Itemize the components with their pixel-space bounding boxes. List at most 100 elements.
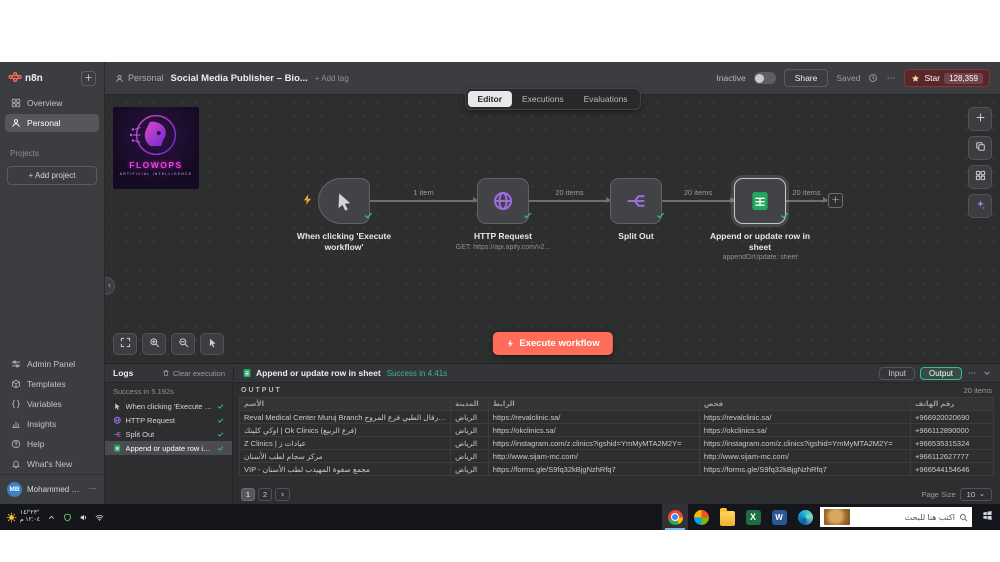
taskbar-app-edge[interactable] xyxy=(792,504,818,530)
log-item-trigger[interactable]: When clicking 'Execute work... xyxy=(105,399,232,413)
sidebar-item-variables[interactable]: Variables xyxy=(5,395,99,413)
fit-view-button[interactable] xyxy=(113,333,137,355)
workflow-canvas[interactable]: FLOWOPS ARTIFICIAL INTELLIGENCE xyxy=(105,95,1000,363)
sparkle-icon xyxy=(975,199,986,213)
node-manual-trigger[interactable] xyxy=(318,178,370,224)
workflow-title[interactable]: Social Media Publisher – Bio... xyxy=(171,73,308,84)
logs-panel: Logs Clear execution Append or update ro… xyxy=(105,363,1000,504)
logs-more-icon[interactable] xyxy=(967,368,977,378)
execute-workflow-button[interactable]: Execute workflow xyxy=(492,332,612,355)
trash-icon xyxy=(162,369,170,377)
output-tab-button[interactable]: Output xyxy=(920,367,962,380)
view-tabs: Editor Executions Evaluations xyxy=(464,88,640,110)
log-item-split-out[interactable]: Split Out xyxy=(105,427,232,441)
node-http-request[interactable] xyxy=(477,178,529,224)
breadcrumb[interactable]: Personal xyxy=(115,73,164,83)
split-icon xyxy=(113,430,122,439)
taskbar-app-file-explorer[interactable] xyxy=(714,504,740,530)
overview-icon xyxy=(11,98,21,108)
tab-evaluations[interactable]: Evaluations xyxy=(574,91,638,107)
input-tab-button[interactable]: Input xyxy=(879,367,915,380)
weather-widget[interactable]: ٢٣°/١٤° ١٢:٠٤ م xyxy=(6,510,40,525)
sidebar-item-insights[interactable]: Insights xyxy=(5,415,99,433)
add-project-button[interactable]: + Add project xyxy=(7,166,97,185)
tab-executions[interactable]: Executions xyxy=(512,91,574,107)
history-icon[interactable] xyxy=(868,73,878,83)
share-button[interactable]: Share xyxy=(784,69,829,87)
breadcrumb-label: Personal xyxy=(128,73,164,83)
user-menu[interactable]: MB Mohammed hu... xyxy=(0,474,104,504)
output-table-wrap: الأسمالمدينةالرابطفحصرقم الهاتفReval Med… xyxy=(233,397,1000,486)
collapse-panel-icon[interactable] xyxy=(982,368,992,378)
table-row: Reval Medical Center Muruj Branch مركز ر… xyxy=(240,411,994,424)
github-star-button[interactable]: Star 128,359 xyxy=(904,69,990,87)
fit-view-icon xyxy=(120,337,131,351)
n8n-app: n8n Overview Personal Projects + Add pro… xyxy=(0,62,1000,504)
taskbar-search[interactable]: اكتب هنا للبحث xyxy=(820,507,972,527)
flowops-subtitle: ARTIFICIAL INTELLIGENCE xyxy=(120,172,193,176)
page-2-button[interactable]: 2 xyxy=(258,488,272,501)
node-subtitle: GET: https://api.apify.com/v2... xyxy=(443,244,563,253)
table-cell: الرياض xyxy=(451,424,489,437)
table-cell: https://okclinics.sa/ xyxy=(488,424,699,437)
taskbar-app-word[interactable] xyxy=(766,504,792,530)
user-name: Mohammed hu... xyxy=(27,485,83,494)
user-menu-dots[interactable] xyxy=(88,484,97,495)
layout-grid-icon xyxy=(975,170,986,184)
n8n-logo[interactable]: n8n xyxy=(8,70,43,86)
sidebar-item-personal[interactable]: Personal xyxy=(5,114,99,132)
zoom-out-button[interactable] xyxy=(171,333,195,355)
output-header: OUTPUT 20 items xyxy=(233,383,1000,397)
success-check-icon xyxy=(217,417,224,424)
sidebar-item-whats-new[interactable]: What's New xyxy=(5,455,99,473)
taskbar-app-photos[interactable] xyxy=(688,504,714,530)
add-node-endpoint[interactable] xyxy=(828,193,843,208)
node-google-sheets[interactable] xyxy=(734,178,786,224)
table-cell: الرياض xyxy=(451,411,489,424)
ai-assistant-button[interactable] xyxy=(968,194,992,218)
network-icon[interactable] xyxy=(95,513,104,522)
pointer-mode-button[interactable] xyxy=(200,333,224,355)
tab-editor[interactable]: Editor xyxy=(467,91,512,107)
log-item-google-sheets[interactable]: Append or update row in sheet xyxy=(105,441,232,455)
n8n-logo-icon xyxy=(8,70,22,86)
node-label: Split Out xyxy=(576,231,696,242)
sidebar-item-overview[interactable]: Overview xyxy=(5,94,99,112)
connection-items-label: 20 items xyxy=(682,188,714,197)
log-item-http-request[interactable]: HTTP Request xyxy=(105,413,232,427)
add-tag-button[interactable]: + Add tag xyxy=(315,74,349,83)
sidebar-collapse-handle[interactable] xyxy=(105,277,115,295)
volume-icon[interactable] xyxy=(79,513,88,522)
hidden-icons-chevron[interactable] xyxy=(47,513,56,522)
sidebar-item-admin-panel[interactable]: Admin Panel xyxy=(5,355,99,373)
taskbar-app-chrome[interactable] xyxy=(662,504,688,530)
security-tray-icon[interactable] xyxy=(63,513,72,522)
new-workflow-button[interactable] xyxy=(81,71,96,86)
column-header: فحص xyxy=(699,398,910,411)
next-page-button[interactable] xyxy=(275,488,290,501)
zoom-out-icon xyxy=(178,337,189,351)
clear-execution-button[interactable]: Clear execution xyxy=(162,369,225,378)
active-toggle[interactable] xyxy=(754,72,776,84)
add-sticky-button[interactable] xyxy=(968,136,992,160)
page-1-button[interactable]: 1 xyxy=(241,488,255,501)
page-size-select[interactable]: 10 xyxy=(960,488,992,501)
node-split-out[interactable] xyxy=(610,178,662,224)
tidy-up-button[interactable] xyxy=(968,165,992,189)
connection: 20 items xyxy=(529,200,610,202)
zoom-in-button[interactable] xyxy=(142,333,166,355)
more-options-icon[interactable] xyxy=(886,73,896,83)
bell-icon xyxy=(11,459,21,469)
node-label: HTTP RequestGET: https://api.apify.com/v… xyxy=(443,231,563,252)
sidebar-item-help[interactable]: Help xyxy=(5,435,99,453)
success-check-icon xyxy=(523,211,532,220)
chevron-down-icon xyxy=(979,492,985,498)
start-button[interactable] xyxy=(974,504,1000,530)
sidebar-item-templates[interactable]: Templates xyxy=(5,375,99,393)
word-icon xyxy=(772,510,787,525)
canvas-toolbar xyxy=(968,107,992,218)
column-header: المدينة xyxy=(451,398,489,411)
add-node-button[interactable] xyxy=(968,107,992,131)
sidebar-item-label: Templates xyxy=(27,379,66,389)
taskbar-app-excel[interactable] xyxy=(740,504,766,530)
